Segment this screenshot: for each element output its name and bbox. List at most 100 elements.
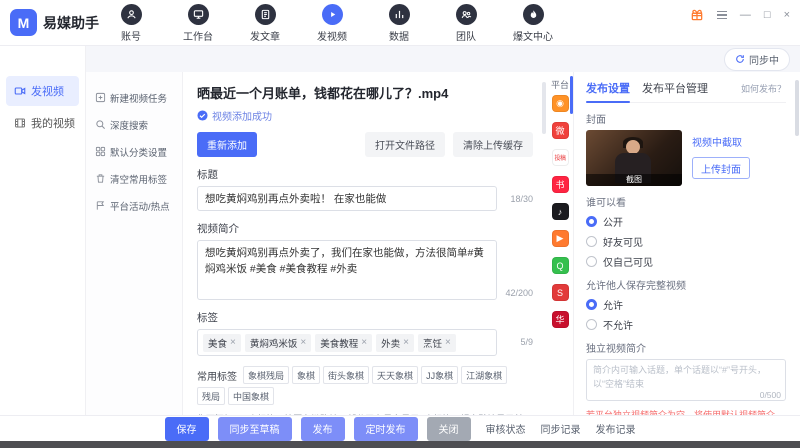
tab-publish-settings[interactable]: 发布设置 <box>586 80 630 96</box>
common-tag[interactable]: 天天象棋 <box>372 366 418 384</box>
visibility-option-friends[interactable]: 好友可见 <box>586 234 786 249</box>
nav-publish-video[interactable]: 发视频 <box>309 4 355 43</box>
cover-thumbnail[interactable]: 截图 <box>586 130 682 186</box>
platform-icon-8[interactable]: S <box>552 284 569 301</box>
common-tag[interactable]: 象棋残局 <box>243 366 289 384</box>
platform-icon-9[interactable]: 华 <box>552 311 569 328</box>
tag-label: 烹饪 <box>423 336 442 350</box>
review-status-link[interactable]: 审核状态 <box>486 421 526 436</box>
submenu-default-category-settings[interactable]: 默认分类设置 <box>86 138 182 165</box>
submenu-deep-search[interactable]: 深度搜索 <box>86 111 182 138</box>
platform-icon-7[interactable]: Q <box>552 257 569 274</box>
remove-tag-icon[interactable]: × <box>361 338 367 348</box>
cover-label: 封面 <box>586 111 786 126</box>
cover-section: 截图 视频中截取 上传封面 <box>586 130 786 186</box>
platform-icon-6[interactable]: ▶ <box>552 230 569 247</box>
sidebar-item-publish-video[interactable]: 发视频 <box>6 76 79 106</box>
common-tag[interactable]: 江湖象棋 <box>461 366 507 384</box>
open-file-path-button[interactable]: 打开文件路径 <box>365 132 445 157</box>
sync-status-button[interactable]: 同步中 <box>724 48 790 71</box>
submenu-platform-activity[interactable]: 平台活动/热点 <box>86 192 182 219</box>
maximize-icon[interactable]: □ <box>764 8 771 22</box>
platform-icon-5[interactable]: ♪ <box>552 203 569 220</box>
top-bar: M 易媒助手 账号 工作台 发文章 发视频 数据 <box>0 0 800 46</box>
main-scrollbar[interactable] <box>542 82 546 134</box>
tag-chip[interactable]: 黄焖鸡米饭× <box>245 334 311 352</box>
file-actions: 重新添加 打开文件路径 清除上传缓存 <box>197 132 533 157</box>
publish-tabs: 发布设置 发布平台管理 如何发布？ <box>586 80 786 103</box>
sync-status-label: 同步中 <box>749 52 779 67</box>
platform-strip: 平台 ◉ 微 投稿 书 ♪ ▶ Q S 华 <box>547 72 574 415</box>
tab-platform-management[interactable]: 发布平台管理 <box>642 80 708 96</box>
right-panel-scrollbar[interactable] <box>795 80 799 136</box>
nav-hot-center[interactable]: 爆文中心 <box>510 4 556 43</box>
nav-label: 发文章 <box>250 28 280 43</box>
independent-desc-textarea[interactable] <box>586 359 786 401</box>
sync-row: 同步中 <box>86 46 800 72</box>
common-tag[interactable]: 中国象棋 <box>228 387 274 405</box>
tags-field-label: 标签 <box>197 310 533 325</box>
platform-icon-2[interactable]: 微 <box>552 122 569 139</box>
nav-label: 数据 <box>389 28 409 43</box>
title-field-label: 标题 <box>197 167 533 182</box>
team-icon <box>456 4 477 25</box>
nav-data[interactable]: 数据 <box>376 4 422 43</box>
capture-from-video-link[interactable]: 视频中截取 <box>692 134 750 149</box>
nav-label: 工作台 <box>183 28 213 43</box>
radio-selected-icon <box>586 216 597 227</box>
tag-chip[interactable]: 外卖× <box>376 334 414 352</box>
remove-tag-icon[interactable]: × <box>300 338 306 348</box>
gift-icon[interactable] <box>690 8 704 22</box>
remove-tag-icon[interactable]: × <box>230 338 236 348</box>
tag-chip[interactable]: 烹饪× <box>418 334 456 352</box>
remove-tag-icon[interactable]: × <box>403 338 409 348</box>
close-button[interactable]: 关闭 <box>427 417 471 441</box>
menu-icon[interactable] <box>717 11 727 20</box>
upload-cover-button[interactable]: 上传封面 <box>692 157 750 179</box>
nav-team[interactable]: 团队 <box>443 4 489 43</box>
tag-chip[interactable]: 美食教程× <box>315 334 372 352</box>
video-edit-panel: 晒最近一个月账单，钱都花在哪儿了？.mp4 视频添加成功 重新添加 打开文件路径… <box>183 72 547 415</box>
minimize-icon[interactable]: — <box>740 8 751 22</box>
clear-upload-cache-button[interactable]: 清除上传缓存 <box>453 132 533 157</box>
save-button[interactable]: 保存 <box>165 417 209 441</box>
nav-account[interactable]: 账号 <box>108 4 154 43</box>
submenu-new-video-task[interactable]: 新建视频任务 <box>86 84 182 111</box>
platform-icon-3[interactable]: 投稿 <box>552 149 569 166</box>
nav-publish-article[interactable]: 发文章 <box>242 4 288 43</box>
common-tag[interactable]: 象棋 <box>292 366 320 384</box>
remove-tag-icon[interactable]: × <box>445 338 451 348</box>
common-tag[interactable]: 街头象棋 <box>323 366 369 384</box>
sync-records-link[interactable]: 同步记录 <box>541 421 581 436</box>
tag-label: 黄焖鸡米饭 <box>250 336 298 350</box>
nav-label: 发视频 <box>317 28 347 43</box>
submenu-clear-common-tags[interactable]: 清空常用标签 <box>86 165 182 192</box>
tag-chip[interactable]: 美食× <box>203 334 241 352</box>
how-to-publish-link[interactable]: 如何发布？ <box>741 82 786 95</box>
allow-save-option-yes[interactable]: 允许 <box>586 297 786 312</box>
visibility-option-public[interactable]: 公开 <box>586 214 786 229</box>
publish-button[interactable]: 发布 <box>301 417 345 441</box>
app-logo-icon: M <box>10 9 37 36</box>
video-desc-textarea[interactable]: 想吃黄焖鸡别再点外卖了，我们在家也能做，方法很简单#黄焖鸡米饭 #美食 #美食教… <box>197 240 497 300</box>
sidebar-item-label: 我的视频 <box>31 115 75 131</box>
common-tag[interactable]: 残局 <box>197 387 225 405</box>
sync-to-draft-button[interactable]: 同步至草稿 <box>218 417 292 441</box>
independent-desc-counter: 0/500 <box>760 390 781 400</box>
close-icon[interactable]: × <box>784 8 790 22</box>
bottom-action-bar: 保存 同步至草稿 发布 定时发布 关闭 审核状态 同步记录 发布记录 <box>0 415 800 441</box>
allow-save-option-no[interactable]: 不允许 <box>586 317 786 332</box>
sidebar-item-my-videos[interactable]: 我的视频 <box>6 108 79 138</box>
visibility-option-private[interactable]: 仅自己可见 <box>586 254 786 269</box>
platform-strip-scrollbar[interactable] <box>570 76 573 114</box>
nav-workbench[interactable]: 工作台 <box>175 4 221 43</box>
common-tag[interactable]: JJ象棋 <box>421 366 458 384</box>
re-add-button[interactable]: 重新添加 <box>197 132 257 157</box>
scheduled-publish-button[interactable]: 定时发布 <box>354 417 418 441</box>
platform-icon-1[interactable]: ◉ <box>552 95 569 112</box>
tags-input-box[interactable]: 美食× 黄焖鸡米饭× 美食教程× 外卖× 烹饪× <box>197 329 497 356</box>
publish-records-link[interactable]: 发布记录 <box>596 421 636 436</box>
common-tags-label: 常用标签 <box>197 368 237 383</box>
platform-icon-4[interactable]: 书 <box>552 176 569 193</box>
video-title-input[interactable] <box>197 186 497 211</box>
